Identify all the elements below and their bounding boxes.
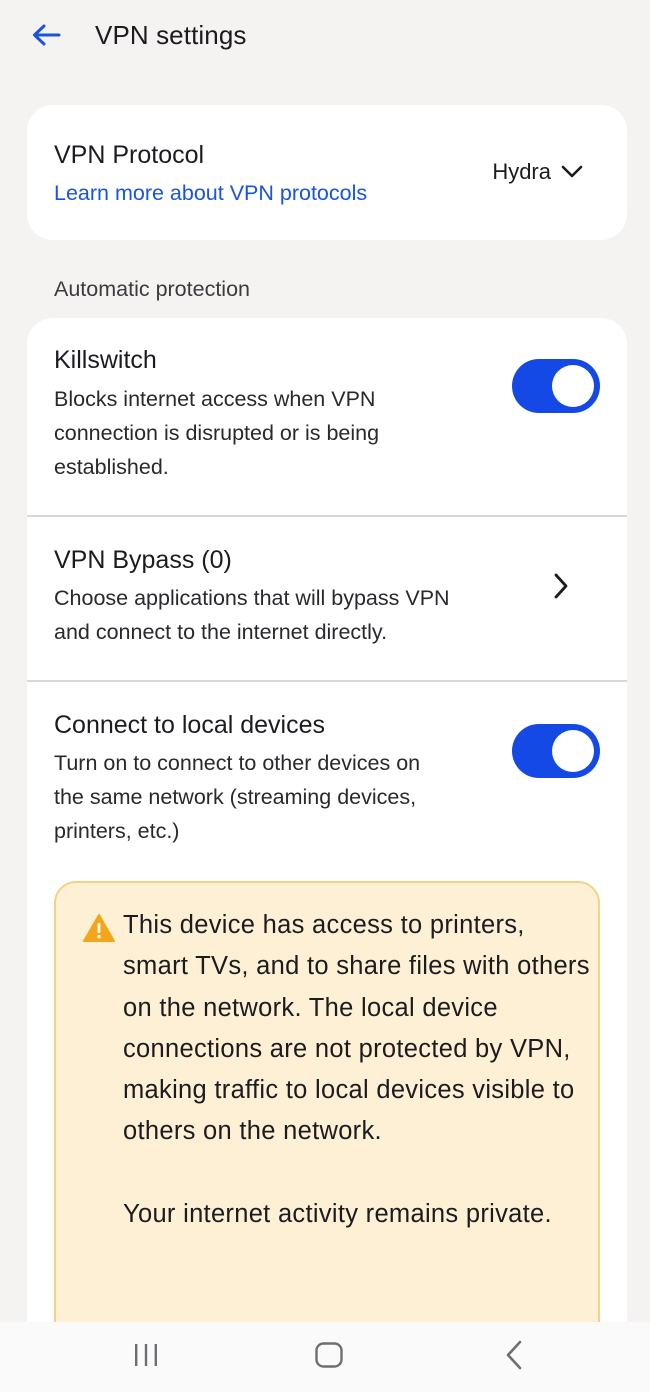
vpn-bypass-row[interactable]: VPN Bypass (0) Choose applications that …: [27, 517, 627, 680]
toggle-knob: [552, 730, 594, 772]
nav-back-icon: [504, 1340, 524, 1375]
automatic-protection-card: Killswitch Blocks internet access when V…: [27, 318, 627, 1378]
protocol-dropdown[interactable]: Hydra: [492, 159, 583, 185]
killswitch-row: Killswitch Blocks internet access when V…: [27, 318, 627, 516]
warning-text: This device has access to printers, smar…: [123, 905, 593, 1235]
vpn-protocol-card: VPN Protocol Learn more about VPN protoc…: [27, 105, 627, 240]
warning-paragraph: This device has access to printers, smar…: [123, 911, 590, 1146]
warning-paragraph: Your internet activity remains private.: [123, 1200, 552, 1229]
local-devices-description: Turn on to connect to other devices on t…: [54, 751, 421, 843]
home-icon: [314, 1341, 344, 1374]
arrow-left-icon: [31, 23, 61, 52]
killswitch-toggle[interactable]: [512, 359, 600, 413]
killswitch-title: Killswitch: [54, 346, 157, 374]
section-label-automatic-protection: Automatic protection: [54, 277, 250, 301]
back-button[interactable]: [22, 16, 70, 58]
vpn-bypass-description: Choose applications that will bypass VPN…: [54, 586, 450, 644]
learn-more-protocols-link[interactable]: Learn more about VPN protocols: [54, 181, 367, 206]
local-devices-toggle[interactable]: [512, 724, 600, 778]
system-navigation-bar: [0, 1322, 650, 1392]
nav-back-button[interactable]: [469, 1322, 559, 1392]
protocol-selected-value: Hydra: [492, 159, 551, 184]
recents-button[interactable]: [101, 1322, 191, 1392]
page-title: VPN settings: [95, 20, 247, 50]
home-button[interactable]: [284, 1322, 374, 1392]
vpn-protocol-title: VPN Protocol: [54, 141, 205, 169]
recents-icon: [132, 1342, 160, 1373]
warning-triangle-icon: [82, 913, 116, 943]
local-devices-warning: This device has access to printers, smar…: [54, 881, 600, 1378]
top-app-bar: VPN settings: [0, 0, 650, 74]
chevron-right-icon: [547, 572, 575, 600]
chevron-down-icon: [561, 159, 583, 185]
local-devices-title: Connect to local devices: [54, 711, 325, 739]
vpn-bypass-title: VPN Bypass (0): [54, 546, 232, 574]
local-devices-row: Connect to local devices Turn on to conn…: [27, 682, 627, 872]
toggle-knob: [552, 365, 594, 407]
killswitch-description: Blocks internet access when VPN connecti…: [54, 387, 380, 479]
